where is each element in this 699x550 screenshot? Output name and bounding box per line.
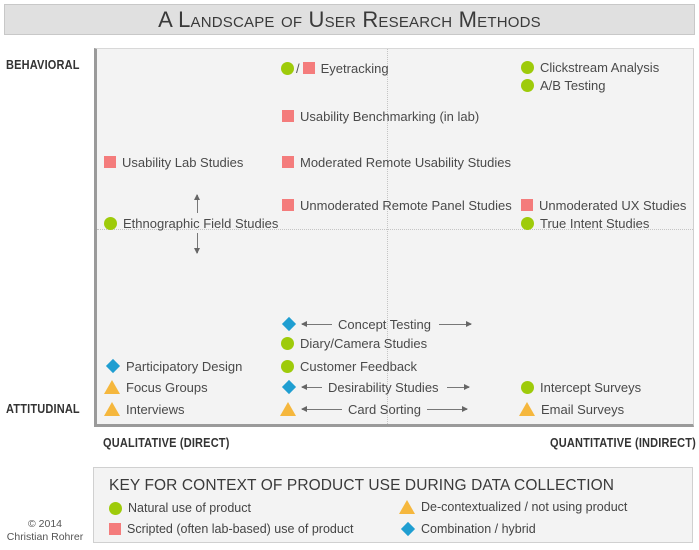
- natural-use-icon: [521, 60, 534, 74]
- axis-label-attitudinal: ATTITUDINAL: [6, 402, 80, 416]
- copyright-year: © 2014: [27, 518, 62, 530]
- hybrid-icon: [400, 521, 416, 537]
- axis-label-quantitative: QUANTITATIVE (INDIRECT): [550, 436, 697, 450]
- method-label: Email Surveys: [541, 401, 625, 417]
- method-usability-lab-studies: Usability Lab Studies: [104, 154, 243, 170]
- method-label: Unmoderated UX Studies: [539, 197, 687, 213]
- natural-use-icon: [521, 216, 534, 230]
- method-customer-feedback: Customer Feedback: [281, 358, 417, 374]
- scripted-use-icon: [104, 156, 116, 168]
- method-concept-testing: Concept Testing: [281, 316, 472, 332]
- method-ab-testing: A/B Testing: [521, 77, 606, 93]
- method-clickstream-analysis: Clickstream Analysis: [521, 59, 659, 75]
- range-arrow-right: [446, 383, 470, 390]
- legend-label: Natural use of product: [128, 501, 251, 515]
- decontextualized-icon: [519, 402, 535, 416]
- method-email-surveys: Email Surveys: [519, 401, 624, 417]
- legend-item-hybrid: Combination / hybrid: [400, 521, 536, 537]
- natural-use-icon: [521, 78, 534, 92]
- legend-item-decontextualized: De-contextualized / not using product: [399, 500, 627, 514]
- decontextualized-icon: [104, 380, 120, 394]
- method-label: Ethnographic Field Studies: [123, 215, 279, 231]
- legend-label: Combination / hybrid: [421, 522, 536, 536]
- method-label: Intercept Surveys: [540, 379, 642, 395]
- legend-key: KEY FOR CONTEXT OF PRODUCT USE DURING DA…: [93, 467, 693, 543]
- method-label: Interviews: [126, 401, 185, 417]
- range-arrow-right: [426, 405, 468, 412]
- method-intercept-surveys: Intercept Surveys: [521, 379, 641, 395]
- decontextualized-icon: [399, 500, 415, 514]
- method-label: Diary/Camera Studies: [300, 335, 428, 351]
- range-arrow-up: [194, 194, 200, 213]
- decontextualized-icon: [104, 402, 120, 416]
- range-arrow-left: [301, 383, 322, 390]
- method-ethnographic-field-studies: Ethnographic Field Studies: [104, 215, 278, 231]
- scripted-use-icon: [282, 199, 294, 211]
- method-unmoderated-ux-studies: Unmoderated UX Studies: [521, 197, 686, 213]
- method-label: Unmoderated Remote Panel Studies: [300, 197, 512, 213]
- legend-title: KEY FOR CONTEXT OF PRODUCT USE DURING DA…: [109, 477, 615, 494]
- method-label: Usability Lab Studies: [122, 154, 244, 170]
- landscape-plot: / Eyetracking Clickstream Analysis A/B T…: [94, 48, 694, 427]
- range-arrow-left: [301, 320, 332, 327]
- title-bar: A Landscape of User Research Methods: [4, 4, 695, 35]
- method-diary-camera-studies: Diary/Camera Studies: [281, 335, 427, 351]
- natural-use-icon: [109, 501, 122, 515]
- natural-use-icon: [281, 359, 294, 373]
- axis-label-behavioral: BEHAVIORAL: [6, 58, 80, 72]
- method-label: Card Sorting: [348, 401, 421, 417]
- method-label: Usability Benchmarking (in lab): [300, 108, 480, 124]
- range-arrow-down: [194, 233, 200, 254]
- method-label: Participatory Design: [126, 358, 243, 374]
- method-unmoderated-remote-panel-studies: Unmoderated Remote Panel Studies: [282, 197, 512, 213]
- range-arrow-left: [301, 405, 342, 412]
- method-label: True Intent Studies: [540, 215, 650, 231]
- legend-label: Scripted (often lab-based) use of produc…: [127, 522, 354, 536]
- hybrid-icon: [281, 379, 297, 395]
- method-eyetracking: / Eyetracking: [281, 60, 389, 76]
- method-moderated-remote-usability-studies: Moderated Remote Usability Studies: [282, 154, 511, 170]
- natural-use-icon: [281, 336, 294, 350]
- hybrid-icon: [281, 316, 297, 332]
- method-card-sorting: Card Sorting: [280, 401, 468, 417]
- method-usability-benchmarking: Usability Benchmarking (in lab): [282, 108, 479, 124]
- method-label: A/B Testing: [540, 77, 606, 93]
- method-label: Concept Testing: [338, 316, 431, 332]
- method-label: Customer Feedback: [300, 358, 418, 374]
- method-desirability-studies: Desirability Studies: [281, 379, 470, 395]
- natural-use-icon: [521, 380, 534, 394]
- method-interviews: Interviews: [104, 401, 185, 417]
- natural-use-icon: [281, 61, 294, 75]
- method-label: Desirability Studies: [328, 379, 439, 395]
- page-title: A Landscape of User Research Methods: [158, 7, 541, 32]
- scripted-use-icon: [282, 156, 294, 168]
- range-arrow-right: [439, 320, 472, 327]
- scripted-use-icon: [109, 523, 121, 535]
- method-focus-groups: Focus Groups: [104, 379, 208, 395]
- legend-item-natural: Natural use of product: [109, 501, 251, 515]
- hybrid-icon: [105, 358, 121, 374]
- legend-item-scripted: Scripted (often lab-based) use of produc…: [109, 522, 354, 536]
- axis-label-qualitative: QUALITATIVE (DIRECT): [103, 436, 230, 450]
- scripted-use-icon: [282, 110, 294, 122]
- legend-label: De-contextualized / not using product: [421, 500, 628, 514]
- method-true-intent-studies: True Intent Studies: [521, 215, 649, 231]
- method-label: Clickstream Analysis: [540, 59, 660, 75]
- scripted-use-icon: [302, 62, 315, 74]
- scripted-use-icon: [521, 199, 533, 211]
- method-participatory-design: Participatory Design: [105, 358, 243, 374]
- copyright-author: Christian Rohrer: [6, 531, 84, 543]
- method-label: Focus Groups: [126, 379, 208, 395]
- copyright: © 2014 Christian Rohrer: [0, 518, 90, 544]
- method-label: Eyetracking: [320, 60, 389, 76]
- decontextualized-icon: [280, 402, 296, 416]
- natural-use-icon: [104, 216, 117, 230]
- method-label: Moderated Remote Usability Studies: [300, 154, 511, 170]
- separator-slash: /: [296, 60, 300, 76]
